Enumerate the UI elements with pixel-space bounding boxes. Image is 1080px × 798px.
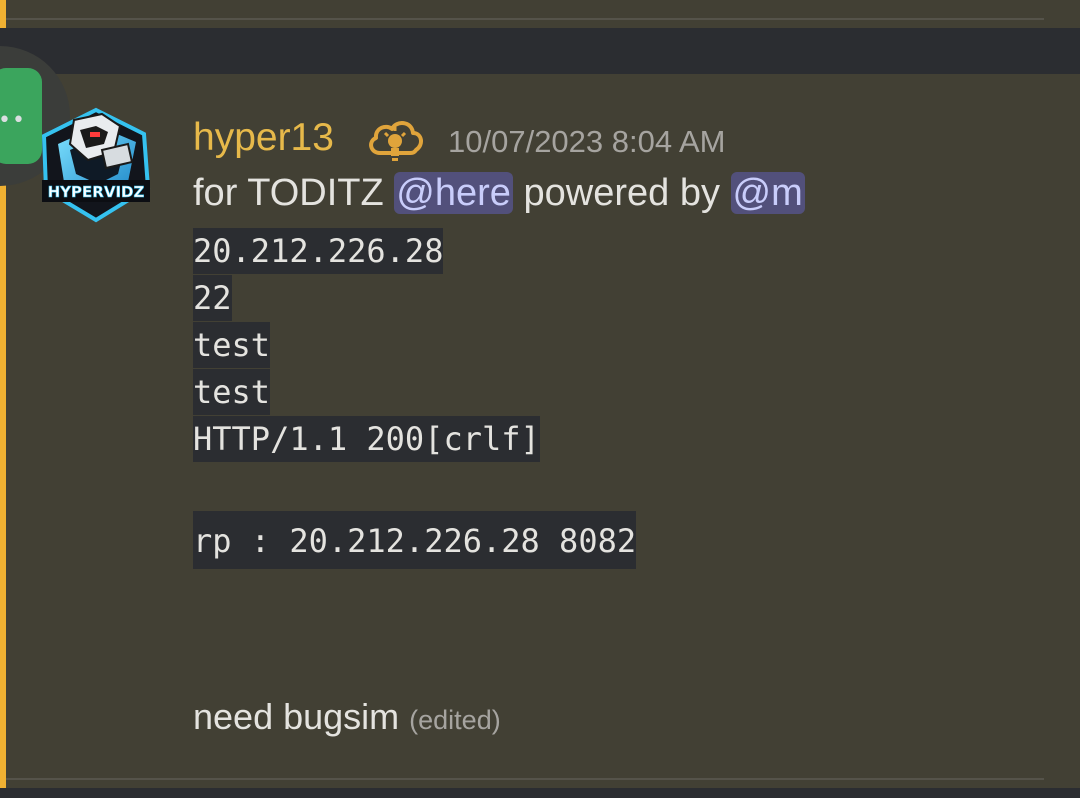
mention-user[interactable]: @m: [730, 172, 805, 214]
final-text: need bugsim: [193, 696, 400, 737]
code-line: 22: [193, 275, 232, 321]
avatar[interactable]: HYPERVIDZ: [36, 104, 156, 224]
code-line: test: [193, 369, 271, 415]
timestamp[interactable]: 10/07/2023 8:04 AM: [448, 124, 726, 160]
highlight-bar: [0, 0, 6, 28]
more-icon: ••: [0, 108, 26, 133]
mention-here[interactable]: @here: [394, 172, 513, 214]
message-text-prefix: for TODITZ: [193, 172, 384, 214]
message-gap: [0, 28, 1080, 74]
final-message-text: need bugsim (edited): [193, 696, 501, 738]
chat-frame: •• HYPERVIDZ hyper13 10/07/2023 8:04 AM …: [0, 0, 1080, 798]
code-line: rp : 20.212.226.28 8082: [193, 511, 637, 569]
cloud-bulb-icon[interactable]: [366, 115, 424, 165]
message-text-middle: powered by: [523, 172, 720, 214]
message-divider: [6, 18, 1044, 20]
message-divider: [6, 778, 1044, 780]
code-line: 20.212.226.28: [193, 228, 444, 274]
avatar-text: HYPERVIDZ: [48, 183, 145, 201]
previous-message: [0, 0, 1080, 28]
code-line: HTTP/1.1 200[crlf]: [193, 416, 540, 462]
edited-label: (edited): [409, 705, 501, 735]
username[interactable]: hyper13: [193, 116, 334, 160]
code-line: test: [193, 322, 271, 368]
footer-strip: [0, 788, 1080, 798]
message-text: for TODITZ @here powered by @m: [193, 172, 805, 215]
